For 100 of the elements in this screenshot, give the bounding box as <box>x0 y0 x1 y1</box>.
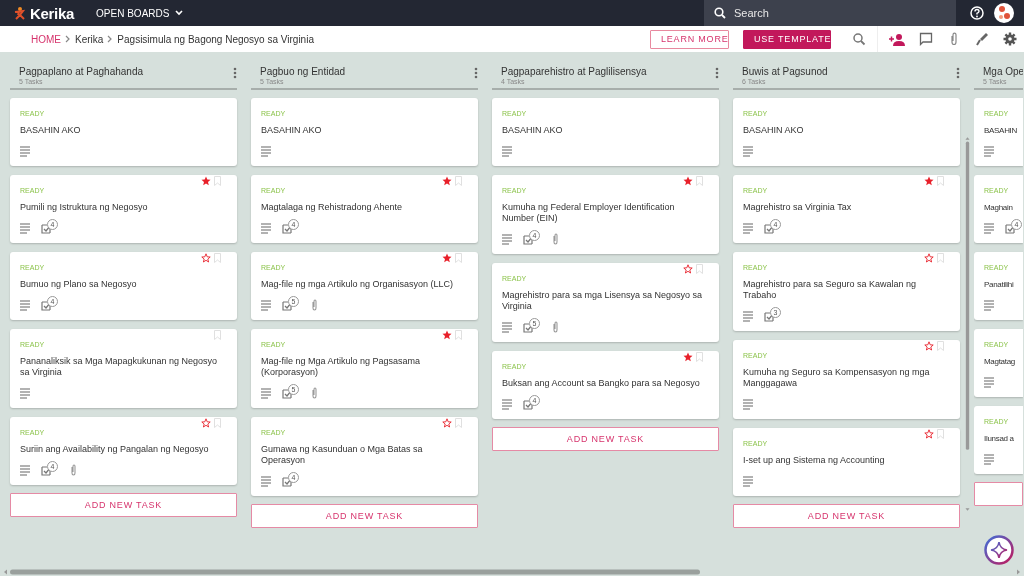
column-title: Buwis at Pagsunod <box>742 66 829 77</box>
notes-icon <box>20 387 30 399</box>
task-title: Suriin ang Availability ng Pangalan ng Negosyo <box>20 444 210 455</box>
task-title: BASAHIN AKO <box>502 125 564 136</box>
help-icon[interactable] <box>970 6 984 20</box>
task-title: Buksan ang Account sa Bangko para sa Negosyo <box>502 378 701 389</box>
star-icon[interactable] <box>442 330 452 340</box>
task-title: Bumuo ng Plano sa Negosyo <box>20 279 138 290</box>
add-task-button[interactable]: ADD NEW TASK <box>251 504 478 528</box>
avatar-icon[interactable] <box>994 3 1014 23</box>
notes-icon <box>743 222 753 234</box>
add-task-button[interactable] <box>974 482 1023 506</box>
more-options-icon[interactable] <box>233 67 237 79</box>
more-options-icon[interactable] <box>474 67 478 79</box>
notes-icon <box>20 145 30 157</box>
star-icon[interactable] <box>924 253 934 263</box>
checklist-icon <box>282 387 292 399</box>
learn-more-button[interactable]: LEARN MORE <box>650 29 729 49</box>
assistant-sparkle-button[interactable] <box>984 535 1014 565</box>
logo-text[interactable]: Kerika <box>30 4 75 22</box>
checklist-icon <box>523 321 533 333</box>
notes-icon <box>20 299 30 311</box>
add-task-button[interactable]: ADD NEW TASK <box>10 493 237 517</box>
use-template-button[interactable]: USE TEMPLATE <box>743 29 831 49</box>
notes-icon <box>502 145 512 157</box>
star-icon[interactable] <box>683 176 693 186</box>
notes-icon <box>502 233 512 245</box>
checklist-icon <box>41 222 51 234</box>
checklist-icon <box>764 222 774 234</box>
notes-icon <box>261 222 271 234</box>
task-title: Magrehistro para sa Seguro sa Kawalan ng Trabaho <box>743 279 918 301</box>
brush-icon[interactable] <box>975 32 989 46</box>
settings-icon[interactable] <box>1003 32 1017 46</box>
task-title: Magrehistro para sa mga Lisensya sa Negosyo sa Virginia <box>502 290 704 312</box>
checklist-icon <box>282 475 292 487</box>
open-boards-menu[interactable]: OPEN BOARDS <box>94 5 186 21</box>
task-title: Magtalaga ng Rehistradong Ahente <box>261 202 404 213</box>
column-title: Mga Ope <box>983 66 1023 77</box>
add-task-button[interactable]: ADD NEW TASK <box>492 427 719 451</box>
checklist-icon <box>523 233 533 245</box>
task-title: BASAHIN <box>984 125 1019 136</box>
notes-icon <box>20 222 30 234</box>
star-icon[interactable] <box>201 176 211 186</box>
chevron-right-icon <box>65 35 71 43</box>
task-title: Pananaliksik sa Mga Mapagkukunan ng Negosyo sa Virginia <box>20 356 219 378</box>
star-icon[interactable] <box>201 418 211 428</box>
add-task-button[interactable]: ADD NEW TASK <box>733 504 960 528</box>
star-icon[interactable] <box>201 253 211 263</box>
task-title: Panatilihi <box>984 279 1015 290</box>
checklist-icon <box>282 299 292 311</box>
task-title: Ilunsad a <box>984 433 1015 444</box>
checklist-icon <box>1005 222 1015 234</box>
column-title: Pagpaplano at Paghahanda <box>19 66 144 77</box>
notes-icon <box>261 299 271 311</box>
star-icon[interactable] <box>683 352 693 362</box>
task-title: Maghain <box>984 202 1014 213</box>
star-icon[interactable] <box>924 429 934 439</box>
notes-icon <box>261 387 271 399</box>
chevron-right-icon <box>107 35 114 43</box>
chat-icon[interactable] <box>919 32 933 46</box>
checklist-icon <box>41 464 51 476</box>
notes-icon <box>20 464 30 476</box>
more-options-icon[interactable] <box>956 67 960 79</box>
notes-icon <box>984 145 994 157</box>
star-icon[interactable] <box>442 176 452 186</box>
search-field[interactable]: Search <box>732 6 932 20</box>
checklist-icon <box>523 398 533 410</box>
task-title: Magtatag <box>984 356 1016 367</box>
add-person-icon[interactable] <box>889 32 905 46</box>
search-icon[interactable] <box>852 32 866 46</box>
notes-icon <box>261 475 271 487</box>
chevron-down-icon <box>175 10 184 16</box>
notes-icon <box>984 376 994 388</box>
more-options-icon[interactable] <box>715 67 719 79</box>
task-title: I-set up ang Sistema ng Accounting <box>743 455 886 466</box>
star-icon[interactable] <box>442 418 452 428</box>
task-title: Kumuha ng Seguro sa Kompensasyon ng mga Manggagawa <box>743 367 931 389</box>
notes-icon <box>984 299 994 311</box>
notes-icon <box>502 398 512 410</box>
star-icon[interactable] <box>924 176 934 186</box>
notes-icon <box>743 475 753 487</box>
breadcrumb-item[interactable]: Kerika <box>75 33 104 45</box>
star-icon[interactable] <box>683 264 693 274</box>
notes-icon <box>743 145 753 157</box>
home-link[interactable]: HOME <box>31 33 61 45</box>
task-title: Pumili ng Istruktura ng Negosyo <box>20 202 149 213</box>
breadcrumb-item[interactable]: Pagsisimula ng Bagong Negosyo sa Virginia <box>117 33 314 45</box>
notes-icon <box>743 398 753 410</box>
notes-icon <box>984 222 994 234</box>
search-icon <box>714 7 726 19</box>
star-icon[interactable] <box>924 341 934 351</box>
task-title: Magrehistro sa Virginia Tax <box>743 202 853 213</box>
notes-icon <box>984 453 994 465</box>
checklist-icon <box>282 222 292 234</box>
task-title: BASAHIN AKO <box>20 125 82 136</box>
task-title: Gumawa ng Kasunduan o Mga Batas sa Operasyon <box>261 444 424 466</box>
star-icon[interactable] <box>442 253 452 263</box>
task-title: Mag-file ng Mga Artikulo ng Pagsasama (Korporasyon) <box>261 356 422 378</box>
task-title: Mag-file ng mga Artikulo ng Organisasyon (LLC) <box>261 279 455 290</box>
search-box[interactable]: Search <box>704 0 956 26</box>
